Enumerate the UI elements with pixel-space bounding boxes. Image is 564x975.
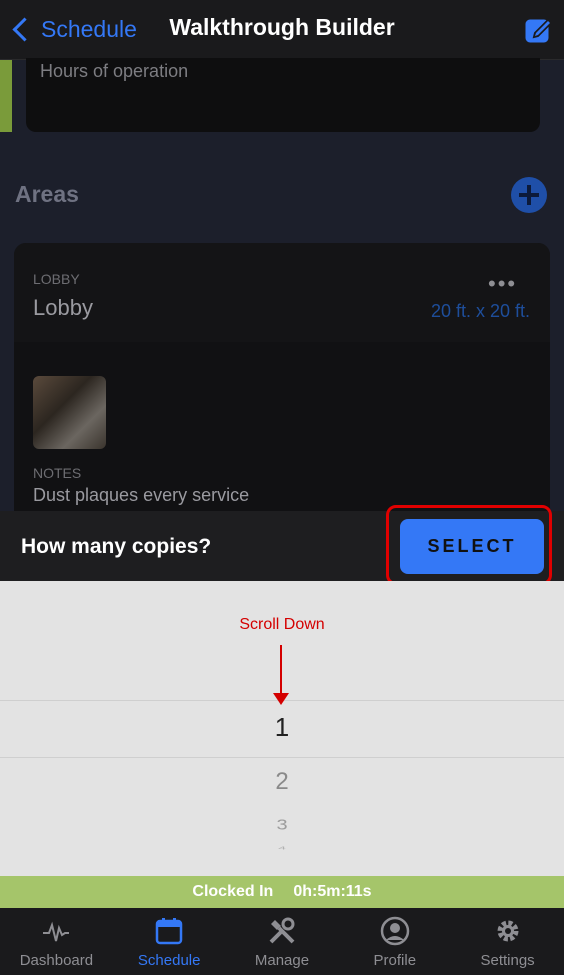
area-card[interactable]: LOBBY Lobby ••• 20 ft. x 20 ft. NOTES Du… [14,243,550,523]
area-name: Lobby [33,295,93,320]
tab-bar: Dashboard Schedule Manage Profile Settin… [0,908,564,975]
clock-label: Clocked In [192,883,274,900]
add-area-button[interactable] [511,177,547,213]
notes-label: NOTES [33,465,82,481]
page-title: Walkthrough Builder [169,14,395,40]
clock-duration: 0h:5m:11s [293,883,372,900]
tab-label: Schedule [137,952,201,969]
area-size: 20 ft. x 20 ft. [430,301,530,321]
selection-line-bottom [0,757,564,758]
picker-option-4[interactable]: 4 [0,846,564,851]
tab-label: Settings [480,952,535,969]
down-arrow-head [273,693,289,705]
down-arrow-icon [280,645,282,695]
picker-option-3[interactable]: 3 [0,817,564,834]
tab-manage[interactable]: Manage [226,908,339,975]
clock-status-bar[interactable]: Clocked In 0h:5m:11s [0,876,564,908]
tab-label: Manage [254,952,310,969]
user-circle-icon [380,916,410,946]
tab-settings[interactable]: Settings [451,908,564,975]
area-photo[interactable] [33,376,106,449]
tab-profile[interactable]: Profile [338,908,451,975]
section-title: Areas [15,181,79,207]
area-category: LOBBY [33,271,80,287]
notes-text: Dust plaques every service [33,485,250,505]
annotation-highlight-box [386,505,552,585]
status-strip [0,60,12,132]
edit-icon[interactable] [525,16,553,44]
tools-icon [269,917,295,944]
picker-option-1[interactable]: 1 [0,712,564,743]
tab-dashboard[interactable]: Dashboard [0,908,113,975]
hours-label: Hours of operation [40,61,189,81]
scroll-hint: Scroll Down [239,616,325,633]
gear-icon [497,920,519,942]
area-card-header [14,243,550,342]
picker-option-2[interactable]: 2 [0,768,564,796]
pulse-icon [43,921,70,942]
calendar-icon [155,918,183,945]
picker-question: How many copies? [21,535,212,558]
tab-schedule[interactable]: Schedule [113,908,226,975]
more-options-icon[interactable]: ••• [488,271,517,297]
tab-label: Dashboard [19,952,94,969]
tab-label: Profile [373,952,417,969]
